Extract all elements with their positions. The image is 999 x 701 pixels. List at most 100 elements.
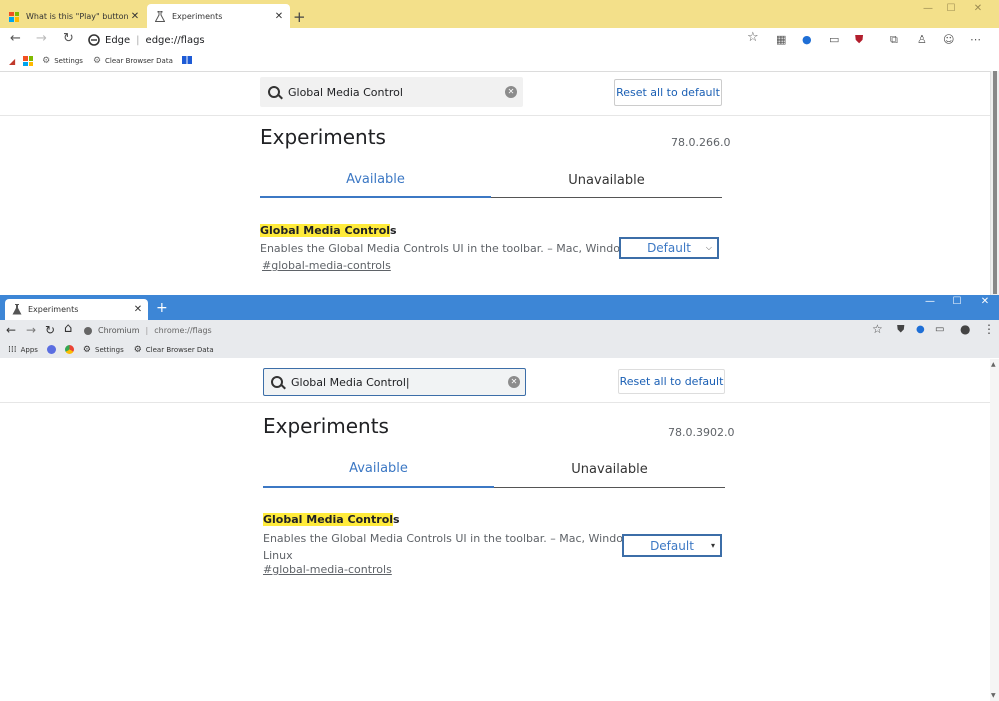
edge-toolbar: ← → ↻ Edge | edge://flags ☆ ▦ ● ▭ ⛊ ⧉ ♙ … (0, 29, 999, 51)
bookmark-clear-data[interactable]: ⚙ Clear Browser Data (134, 345, 214, 355)
clear-search-icon[interactable]: ✕ (505, 86, 517, 98)
feature-description: Enables the Global Media Controls UI in … (260, 242, 635, 255)
windows-logo-icon[interactable] (23, 56, 34, 66)
scroll-down-icon[interactable]: ▼ (991, 692, 996, 699)
extension-s-icon[interactable]: ● (916, 324, 925, 335)
feature-state-select[interactable]: Default ▾ (622, 534, 722, 557)
search-flags-input[interactable]: Global Media Control | ✕ (263, 368, 526, 396)
profile-icon[interactable]: ● (960, 322, 970, 336)
windows-tiles-icon[interactable] (181, 56, 192, 66)
close-tab-icon[interactable]: ✕ (132, 304, 144, 315)
chromium-scrollbar[interactable]: ▲ ▼ (990, 359, 999, 701)
select-value: Default (647, 241, 691, 255)
minimize-button[interactable]: — (918, 296, 942, 307)
shield-extension-icon[interactable]: ⛊ (897, 324, 905, 335)
gear-icon: ⚙ (82, 344, 91, 355)
close-tab-icon[interactable]: ✕ (128, 11, 142, 22)
feature-link[interactable]: #global-media-controls (262, 259, 391, 272)
new-tab-button[interactable]: + (156, 300, 168, 316)
site-info-icon[interactable] (84, 326, 92, 335)
extension-cast-icon[interactable]: ▭ (935, 324, 944, 335)
edge-tab-question[interactable]: What is this "Play" button on De ✕ (0, 4, 146, 29)
feedback-smiley-icon[interactable]: ☺ (943, 33, 954, 46)
bookmark-star-icon[interactable]: ☆ (872, 322, 883, 336)
header-divider (0, 402, 990, 403)
edge-window: What is this "Play" button on De ✕ Exper… (0, 0, 999, 295)
feature-description: Enables the Global Media Controls UI in … (263, 532, 642, 562)
favorite-star-icon[interactable]: ☆ (747, 30, 759, 45)
extension-s-icon[interactable]: ● (802, 33, 812, 46)
bookmark-settings[interactable]: ⚙ Settings (42, 56, 83, 66)
bookmark-clear-data[interactable]: ⚙ Clear Browser Data (93, 56, 173, 66)
tab-title: What is this "Play" button on De (26, 12, 128, 21)
back-icon[interactable]: ← (10, 31, 21, 46)
search-icon (271, 376, 283, 388)
clear-search-icon[interactable]: ✕ (508, 376, 520, 388)
new-tab-button[interactable]: + (293, 8, 306, 26)
version-label: 78.0.266.0 (671, 136, 731, 149)
chrome-logo-icon[interactable] (64, 345, 74, 354)
chevron-down-icon: ▾ (710, 541, 715, 550)
tab-available[interactable]: Available (263, 461, 494, 476)
collections-icon[interactable]: ⧉ (890, 33, 898, 47)
flask-icon (12, 304, 22, 315)
extension-cast-icon[interactable]: ▭ (829, 33, 839, 46)
flask-icon (155, 11, 165, 22)
close-window-button[interactable]: ✕ (973, 296, 997, 307)
more-menu-icon[interactable]: ⋮ (983, 322, 995, 336)
bookmark-settings[interactable]: ⚙ Settings (83, 345, 124, 355)
chromium-window: Experiments ✕ + — ☐ ✕ ← → ↻ ⌂ Chromium |… (0, 295, 999, 701)
address-url: edge://flags (145, 34, 205, 46)
chromium-tab-experiments[interactable]: Experiments ✕ (5, 299, 148, 320)
gear-icon: ⚙ (42, 56, 51, 66)
bookmark-app-icon[interactable]: ◢ (9, 57, 15, 66)
reset-all-button[interactable]: Reset all to default (618, 369, 725, 394)
close-tab-icon[interactable]: ✕ (272, 11, 286, 22)
tab-available[interactable]: Available (260, 172, 491, 187)
feature-state-select[interactable]: Default ⌵ (619, 237, 719, 259)
refresh-icon[interactable]: ↻ (45, 323, 55, 337)
maximize-button[interactable]: ☐ (945, 296, 969, 307)
bookmark-apps[interactable]: ⁞⁞⁞ Apps (8, 345, 38, 355)
tab-unavailable[interactable]: Unavailable (491, 173, 722, 188)
address-separator: | (145, 326, 149, 335)
home-icon[interactable]: ⌂ (64, 321, 72, 336)
address-bar[interactable]: Edge | edge://flags (88, 31, 768, 49)
tab-unavailable[interactable]: Unavailable (494, 462, 725, 477)
reset-all-button[interactable]: Reset all to default (614, 79, 722, 106)
bookmark-site-icon[interactable] (46, 345, 56, 354)
close-window-button[interactable]: ✕ (964, 3, 992, 14)
refresh-icon[interactable]: ↻ (63, 31, 74, 46)
shield-extension-icon[interactable]: ⛊ (855, 33, 863, 47)
windows-logo-icon (9, 11, 19, 22)
edge-logo-icon (88, 34, 100, 46)
gear-icon: ⚙ (133, 344, 142, 355)
forward-icon[interactable]: → (26, 323, 36, 337)
chromium-titlebar: Experiments ✕ + — ☐ ✕ (0, 295, 999, 320)
page-title: Experiments (263, 414, 389, 438)
edge-scrollbar[interactable] (990, 71, 999, 295)
tab-title: Experiments (28, 305, 79, 314)
feature-link[interactable]: #global-media-controls (263, 563, 392, 576)
back-icon[interactable]: ← (6, 323, 16, 337)
forward-icon[interactable]: → (36, 31, 47, 46)
more-menu-icon[interactable]: ⋯ (970, 33, 981, 46)
search-value: Global Media Control (288, 85, 403, 99)
address-url: chrome://flags (154, 326, 212, 335)
search-flags-input[interactable]: Global Media Control ✕ (260, 77, 523, 107)
extension-grid-icon[interactable]: ▦ (776, 33, 786, 46)
scrollbar-thumb[interactable] (993, 71, 997, 294)
tab-title: Experiments (172, 12, 223, 21)
chromium-bookmarks-bar: ⁞⁞⁞ Apps ⚙ Settings ⚙ Clear Browser Data (0, 341, 999, 358)
address-bar[interactable]: Chromium | chrome://flags (84, 322, 890, 339)
gear-icon: ⚙ (92, 56, 102, 66)
edge-tab-experiments[interactable]: Experiments ✕ (147, 4, 290, 29)
page-title: Experiments (260, 125, 386, 149)
profile-icon[interactable]: ♙ (917, 33, 927, 46)
maximize-button[interactable]: ☐ (937, 3, 965, 14)
chevron-down-icon: ⌵ (705, 243, 712, 252)
scroll-up-icon[interactable]: ▲ (991, 361, 996, 368)
address-app-label: Chromium (98, 326, 140, 335)
address-app-label: Edge (105, 34, 131, 46)
active-tab-indicator (263, 486, 494, 488)
